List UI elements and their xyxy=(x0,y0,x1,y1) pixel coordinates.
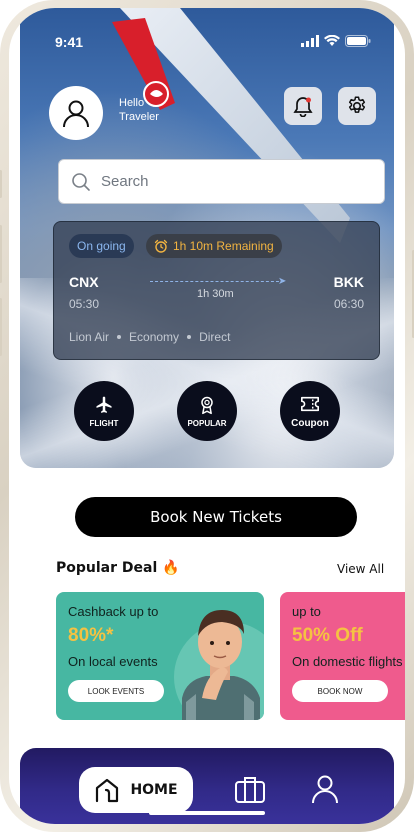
arrival-time: 06:30 xyxy=(333,297,364,311)
search-bar[interactable] xyxy=(58,159,385,204)
flight-duration: 1h 30m xyxy=(197,288,234,300)
greeting-line2: Traveler xyxy=(119,111,159,123)
destination-code: BKK xyxy=(333,274,364,290)
deal-value: 80%* xyxy=(68,625,114,646)
remaining-label: 1h 10m Remaining xyxy=(173,239,274,253)
airline-name: Lion Air xyxy=(69,330,110,344)
thinking-person-image xyxy=(182,610,260,720)
route-line xyxy=(150,281,284,282)
bell-icon xyxy=(293,97,313,117)
category-label: POPULAR xyxy=(187,418,227,428)
nav-home-label: HOME xyxy=(130,782,178,798)
book-now-button[interactable]: BOOK NOW xyxy=(292,680,388,702)
deal-line2: On domestic flights xyxy=(292,654,403,669)
briefcase-icon[interactable] xyxy=(234,774,266,804)
notifications-button[interactable] xyxy=(284,87,322,125)
view-all-link[interactable]: View All xyxy=(337,562,384,576)
alarm-clock-icon xyxy=(154,239,168,253)
deal-line1: Cashback up to xyxy=(68,604,159,619)
remaining-badge: 1h 10m Remaining xyxy=(146,234,282,258)
status-badge: On going xyxy=(69,234,134,258)
volume-up-button xyxy=(0,225,2,283)
cellular-signal-icon xyxy=(301,35,319,47)
volume-down-button xyxy=(0,298,2,356)
airplane-icon xyxy=(96,396,112,413)
award-icon xyxy=(201,396,213,414)
gear-icon xyxy=(348,96,366,113)
app-screen: 9:41 Hello Traveler Search On going 1h 1… xyxy=(9,8,405,824)
avatar[interactable] xyxy=(49,86,103,140)
separator-dot xyxy=(187,335,192,339)
profile-icon[interactable] xyxy=(311,774,339,804)
search-icon xyxy=(72,172,90,191)
category-label: FLIGHT xyxy=(89,418,119,428)
section-title-popular-deal: Popular Deal 🔥 xyxy=(56,560,180,576)
status-badge-label: On going xyxy=(77,239,126,253)
phone-frame: 9:41 Hello Traveler Search On going 1h 1… xyxy=(0,0,414,832)
status-time: 9:41 xyxy=(55,34,84,50)
category-flight-button[interactable]: FLIGHT xyxy=(74,381,134,441)
settings-button[interactable] xyxy=(338,87,376,125)
route-arrow-icon: ➤ xyxy=(278,276,287,287)
home-indicator xyxy=(149,811,265,815)
user-icon xyxy=(63,100,89,128)
route-type: Direct xyxy=(199,330,231,344)
cabin-class: Economy xyxy=(129,330,180,344)
departure-time: 05:30 xyxy=(69,297,100,311)
wifi-icon xyxy=(324,35,340,46)
greeting: Hello Traveler xyxy=(119,96,159,124)
origin-code: CNX xyxy=(69,274,99,290)
deal-line1: up to xyxy=(292,604,321,619)
greeting-line1: Hello xyxy=(119,97,145,109)
deal-card-domestic-flights[interactable]: up to 50% Off On domestic flights BOOK N… xyxy=(280,592,405,720)
category-coupon-button[interactable]: Coupon xyxy=(280,381,340,441)
separator-dot xyxy=(117,335,122,339)
mute-switch xyxy=(0,170,2,198)
battery-icon xyxy=(345,35,371,47)
ticket-icon xyxy=(301,396,319,411)
look-events-button[interactable]: LOOK EVENTS xyxy=(68,680,164,702)
nav-home-button[interactable]: HOME xyxy=(79,767,193,813)
home-icon xyxy=(96,778,119,803)
search-input[interactable] xyxy=(101,173,351,190)
deal-line2: On local events xyxy=(68,654,158,669)
category-popular-button[interactable]: POPULAR xyxy=(177,381,237,441)
flight-meta: Lion Air Economy Direct xyxy=(69,330,230,344)
category-label: Coupon xyxy=(291,417,329,429)
status-icons xyxy=(301,35,371,47)
deal-card-cashback[interactable]: Cashback up to 80%* On local events LOOK… xyxy=(56,592,264,720)
book-new-tickets-button[interactable]: Book New Tickets xyxy=(75,497,357,537)
deal-value: 50% Off xyxy=(292,625,363,646)
ongoing-flight-card[interactable]: On going 1h 10m Remaining CNX 05:30 ➤ 1h… xyxy=(53,221,380,360)
